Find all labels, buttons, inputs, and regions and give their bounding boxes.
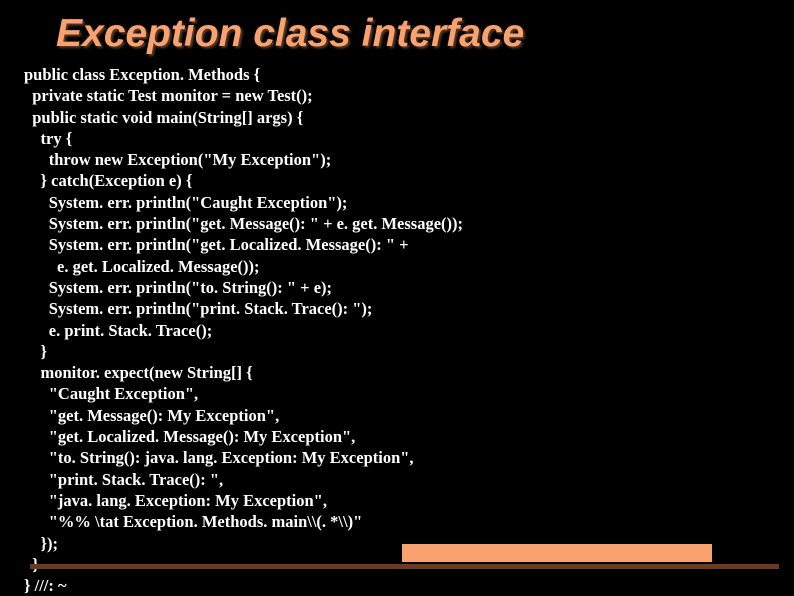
slide: Exception class interface public class E… — [0, 0, 794, 596]
decor-bar-orange — [402, 544, 712, 562]
slide-title: Exception class interface — [0, 0, 794, 56]
code-block: public class Exception. Methods { privat… — [0, 56, 794, 596]
decor-bar-brown — [30, 564, 779, 569]
